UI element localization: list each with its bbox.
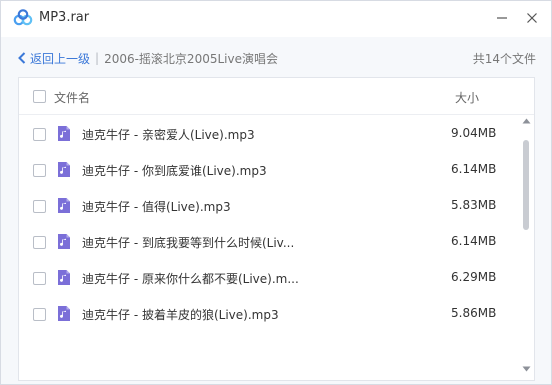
music-file-icon — [58, 126, 70, 141]
scroll-thumb[interactable] — [523, 140, 529, 230]
scroll-down-arrow-icon[interactable] — [522, 366, 531, 372]
row-checkbox[interactable] — [33, 164, 46, 177]
column-header-size[interactable]: 大小 — [455, 89, 479, 106]
file-row[interactable]: 迪克牛仔 - 原来你什么都不要(Live).m... 6.29MB — [19, 260, 519, 296]
back-button[interactable]: 返回上一级 — [18, 50, 90, 67]
file-name: 迪克牛仔 - 亲密爱人(Live).mp3 — [82, 128, 255, 142]
file-count: 共14个文件 — [472, 52, 536, 66]
select-all-checkbox[interactable] — [33, 90, 46, 103]
row-checkbox[interactable] — [33, 236, 46, 249]
row-checkbox[interactable] — [33, 128, 46, 141]
file-row[interactable]: 迪克牛仔 - 亲密爱人(Live).mp3 9.04MB — [19, 116, 519, 152]
column-header-name[interactable]: 文件名 — [54, 89, 90, 106]
music-file-icon — [58, 306, 70, 321]
row-checkbox[interactable] — [33, 308, 46, 321]
music-file-icon — [58, 198, 70, 213]
content-area: 返回上一级 | 2006-摇滚北京2005Live演唱会 共14个文件 文件名 … — [1, 37, 551, 384]
music-file-icon — [58, 162, 70, 177]
close-icon — [527, 13, 537, 23]
chevron-left-icon — [18, 52, 26, 64]
file-size: 9.04MB — [451, 126, 497, 140]
file-row[interactable]: 迪克牛仔 - 披着羊皮的狼(Live).mp3 5.86MB — [19, 296, 519, 332]
close-button[interactable] — [521, 7, 543, 29]
baidu-netdisk-cloud-icon — [13, 9, 33, 26]
back-label: 返回上一级 — [30, 51, 91, 66]
file-list-panel: 文件名 大小 迪克牛仔 - 亲密爱人(Live).mp3 9.04MB 迪克牛仔… — [18, 77, 535, 381]
file-size: 6.29MB — [451, 270, 497, 284]
music-file-icon — [58, 234, 70, 249]
row-checkbox[interactable] — [33, 200, 46, 213]
scroll-up-arrow-icon[interactable] — [522, 118, 531, 124]
file-name: 迪克牛仔 - 原来你什么都不要(Live).m... — [82, 272, 299, 286]
file-size: 6.14MB — [451, 234, 497, 248]
minimize-button[interactable] — [491, 7, 513, 29]
breadcrumb-separator: | — [95, 51, 100, 65]
file-size: 5.86MB — [451, 306, 497, 320]
file-name: 迪克牛仔 - 披着羊皮的狼(Live).mp3 — [82, 308, 279, 322]
row-checkbox[interactable] — [33, 272, 46, 285]
file-size: 6.14MB — [451, 162, 497, 176]
file-size: 5.83MB — [451, 198, 497, 212]
file-row[interactable]: 迪克牛仔 - 值得(Live).mp3 5.83MB — [19, 188, 519, 224]
file-row[interactable]: 迪克牛仔 - 你到底爱谁(Live).mp3 6.14MB — [19, 152, 519, 188]
archive-preview-window: MP3.rar 返回上一级 | 2006-摇滚北京2005Live演唱会 共14… — [0, 0, 552, 385]
list-header: 文件名 大小 — [19, 78, 534, 115]
file-name: 迪克牛仔 - 你到底爱谁(Live).mp3 — [82, 164, 267, 178]
current-folder-path: 2006-摇滚北京2005Live演唱会 — [104, 51, 278, 66]
minimize-icon — [497, 17, 507, 19]
file-name: 迪克牛仔 - 到底我要等到什么时候(Liv... — [82, 236, 295, 250]
music-file-icon — [58, 270, 70, 285]
file-name: 迪克牛仔 - 值得(Live).mp3 — [82, 200, 231, 214]
breadcrumb: 返回上一级 | 2006-摇滚北京2005Live演唱会 — [18, 49, 278, 67]
file-row[interactable]: 迪克牛仔 - 到底我要等到什么时候(Liv... 6.14MB — [19, 224, 519, 260]
file-rows: 迪克牛仔 - 亲密爱人(Live).mp3 9.04MB 迪克牛仔 - 你到底爱… — [19, 116, 519, 380]
window-title: MP3.rar — [39, 10, 90, 25]
vertical-scrollbar[interactable] — [519, 116, 534, 380]
title-bar[interactable]: MP3.rar — [1, 1, 551, 37]
